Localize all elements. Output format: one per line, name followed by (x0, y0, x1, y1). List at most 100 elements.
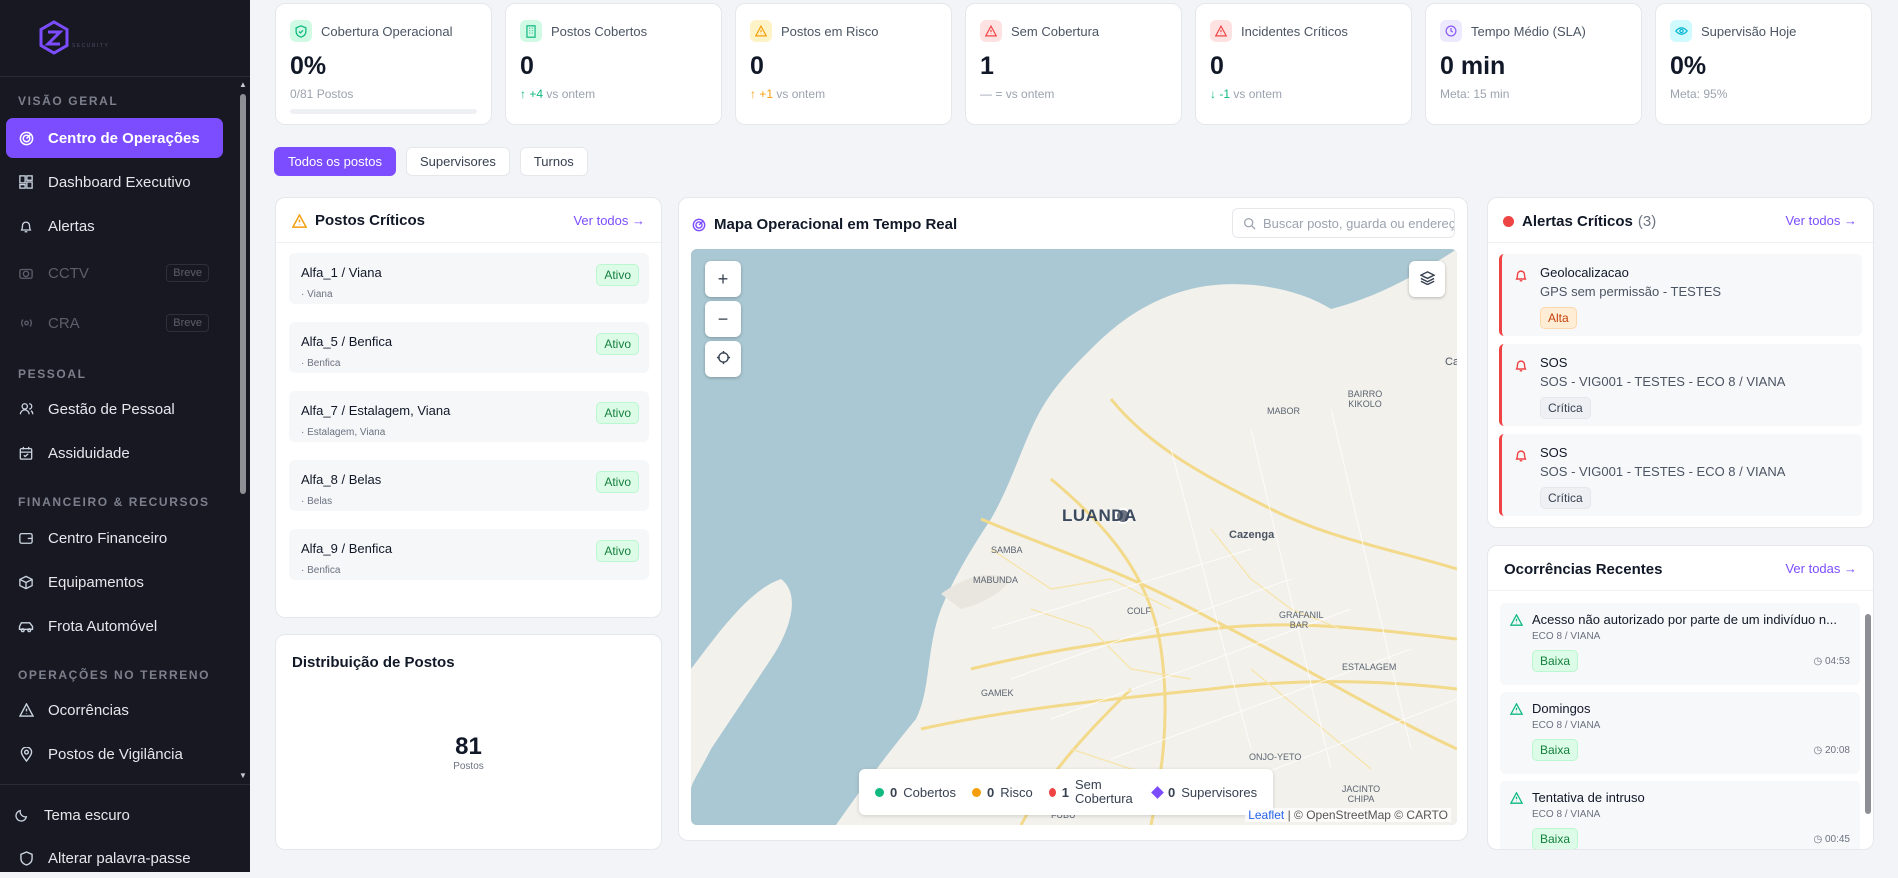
post-row[interactable]: Alfa_8 / Belas · Belas Ativo (289, 460, 649, 511)
radar-icon (692, 218, 706, 232)
tab-turnos[interactable]: Turnos (519, 147, 588, 176)
alert-desc: SOS - VIG001 - TESTES - ECO 8 / VIANA (1540, 464, 1786, 479)
nav-frota-automovel[interactable]: Frota Automóvel (6, 606, 223, 646)
severity-badge: Baixa (1532, 739, 1579, 761)
nav-label: Alertas (48, 217, 95, 235)
zoom-out-button[interactable]: − (705, 301, 741, 337)
nav-label: Alterar palavra-passe (48, 849, 191, 867)
diamond-icon (1151, 785, 1164, 799)
map-label: SAMBA (991, 545, 1023, 555)
kpi-incidentes[interactable]: Incidentes Críticos 0 ↓ -1 vs ontem (1195, 3, 1412, 125)
clock-icon: ◷ (1813, 834, 1823, 845)
sidebar-scrollbar[interactable] (240, 94, 246, 494)
kpi-value: 0% (290, 52, 327, 80)
change-password[interactable]: Alterar palavra-passe (6, 838, 223, 878)
post-location: · Viana (301, 289, 333, 300)
post-row[interactable]: Alfa_7 / Estalagem, Viana · Estalagem, Vi… (289, 391, 649, 442)
severity-badge: Alta (1540, 307, 1577, 329)
legend-label: Risco (1000, 784, 1033, 800)
map-view[interactable]: LUANDA SAMBA MABUNDA Cazenga MABOR BAIRR… (691, 249, 1457, 825)
post-name: Alfa_8 / Belas (301, 472, 382, 487)
occurrence-item[interactable]: Domingos ECO 8 / VIANA Baixa ◷ 20:08 (1500, 692, 1860, 774)
nav-label: Frota Automóvel (48, 617, 158, 635)
kpi-label: Sem Cobertura (1011, 23, 1100, 39)
occurrence-item[interactable]: Tentativa de intruso ECO 8 / VIANA Baixa… (1500, 781, 1860, 849)
wallet-icon (18, 530, 34, 546)
car-icon (18, 618, 34, 634)
post-row[interactable]: Alfa_5 / Benfica · Benfica Ativo (289, 322, 649, 373)
brand-logo[interactable]: SECURITY (38, 20, 128, 56)
legend-label: Cobertos (903, 784, 956, 800)
view-tabs: Todos os postos Supervisores Turnos (274, 147, 588, 176)
tab-supervisores[interactable]: Supervisores (405, 147, 510, 176)
nav-gestao-pessoal[interactable]: Gestão de Pessoal (6, 389, 223, 429)
nav-ocorrencias[interactable]: Ocorrências (6, 690, 223, 730)
view-all-posts-link[interactable]: Ver todos → (573, 213, 645, 228)
locate-button[interactable] (705, 341, 741, 377)
post-location: · Benfica (301, 358, 341, 369)
scroll-down-arrow[interactable]: ▼ (238, 771, 248, 781)
legend-label: Supervisores (1181, 784, 1258, 800)
theme-toggle[interactable]: Tema escuro (2, 795, 219, 835)
kpi-postos-risco[interactable]: Postos em Risco 0 ↑ +1 vs ontem (735, 3, 952, 125)
map-search-input[interactable]: Buscar posto, guarda ou endereço (1232, 208, 1455, 238)
occurrence-title: Acesso não autorizado por parte de um in… (1532, 612, 1837, 627)
logo-wordmark: SECURITY (72, 43, 109, 49)
status-badge: Ativo (596, 471, 639, 493)
crosshair-icon (716, 349, 731, 370)
nav-label: Postos de Vigilância (48, 745, 183, 763)
legend-item: 0 Risco (971, 784, 1033, 800)
warning-icon (1509, 702, 1524, 720)
nav-postos-vigilancia[interactable]: Postos de Vigilância (6, 734, 223, 774)
nav-equipamentos[interactable]: Equipamentos (6, 562, 223, 602)
search-placeholder: Buscar posto, guarda ou endereço (1263, 215, 1455, 231)
nav-assiduidade[interactable]: Assiduidade (6, 433, 223, 473)
nav-cra[interactable]: CRA Breve (6, 303, 223, 343)
severity-badge: Baixa (1532, 828, 1579, 849)
tab-todos-postos[interactable]: Todos os postos (274, 147, 396, 176)
total-posts: 81 (455, 733, 482, 760)
leaflet-link[interactable]: Leaflet (1248, 808, 1284, 822)
scroll-up-arrow[interactable]: ▲ (238, 80, 248, 90)
card-title: Alertas Críticos (1522, 213, 1633, 230)
kpi-tempo-medio[interactable]: Tempo Médio (SLA) 0 min Meta: 15 min (1425, 3, 1642, 125)
nav-alertas[interactable]: Alertas (6, 206, 223, 246)
alert-item[interactable]: SOS SOS - VIG001 - TESTES - ECO 8 / VIAN… (1499, 434, 1862, 516)
map-label: Ca (1445, 356, 1457, 368)
map-label: COLF (1127, 606, 1152, 616)
alert-item[interactable]: SOS SOS - VIG001 - TESTES - ECO 8 / VIAN… (1499, 344, 1862, 426)
layers-icon (1418, 269, 1436, 290)
nav-centro-operacoes[interactable]: Centro de Operações (6, 118, 223, 158)
occurrence-site: ECO 8 / VIANA (1532, 809, 1601, 820)
post-location: · Benfica (301, 565, 341, 576)
map-label: GAMEK (981, 688, 1014, 698)
alerts-card: Alertas Críticos (3) Ver todos → Geoloca… (1487, 197, 1874, 528)
nav-label: Dashboard Executivo (48, 173, 191, 191)
kpi-label: Postos Cobertos (551, 23, 648, 39)
nav-label: CRA (48, 314, 80, 332)
alert-item[interactable]: Geolocalizacao GPS sem permissão - TESTE… (1499, 254, 1862, 336)
post-row[interactable]: Alfa_9 / Benfica · Benfica Ativo (289, 529, 649, 580)
occurrences-scrollbar[interactable] (1865, 614, 1871, 814)
view-all-alerts-link[interactable]: Ver todos → (1785, 213, 1857, 228)
severity-badge: Crítica (1540, 397, 1591, 419)
view-all-occurrences-link[interactable]: Ver todas → (1785, 561, 1857, 576)
kpi-value: 0 (1210, 52, 1224, 80)
nav-dashboard-executivo[interactable]: Dashboard Executivo (6, 162, 223, 202)
layers-button[interactable] (1409, 261, 1445, 297)
zoom-in-button[interactable]: + (705, 261, 741, 297)
kpi-postos-cobertos[interactable]: Postos Cobertos 0 ↑ +4 vs ontem (505, 3, 722, 125)
card-title: Distribuição de Postos (292, 654, 455, 671)
kpi-supervisao[interactable]: Supervisão Hoje 0% Meta: 95% (1655, 3, 1872, 125)
occurrence-title: Domingos (1532, 701, 1591, 716)
map-label: MABOR (1267, 406, 1301, 416)
occurrence-site: ECO 8 / VIANA (1532, 720, 1601, 731)
nav-centro-financeiro[interactable]: Centro Financeiro (6, 518, 223, 558)
post-row[interactable]: Alfa_1 / Viana · Viana Ativo (289, 253, 649, 304)
plus-icon: + (717, 268, 729, 289)
occurrence-item[interactable]: Acesso não autorizado por parte de um in… (1500, 603, 1860, 685)
nav-cctv[interactable]: CCTV Breve (6, 253, 223, 293)
kpi-cobertura[interactable]: Cobertura Operacional 0% 0/81 Postos (275, 3, 492, 125)
map-label: MABUNDA (973, 575, 1019, 585)
kpi-sem-cobertura[interactable]: Sem Cobertura 1 — = vs ontem (965, 3, 1182, 125)
